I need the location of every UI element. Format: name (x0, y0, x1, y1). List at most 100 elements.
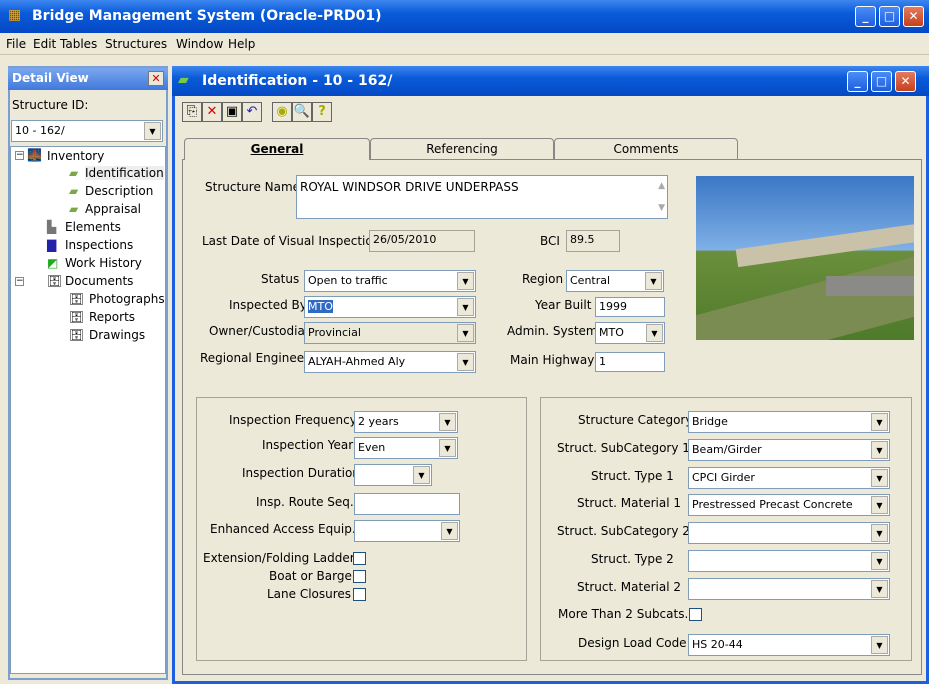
year-built-field[interactable]: 1999 (595, 297, 665, 317)
new-record-icon[interactable]: ⎘ (182, 102, 202, 122)
load-select[interactable]: HS 20-44 ▼ (688, 634, 890, 656)
scroll-up-icon[interactable]: ▲ (658, 178, 665, 194)
chevron-down-icon[interactable]: ▼ (457, 324, 474, 342)
bridge-deck (735, 222, 914, 268)
child-maximize-button[interactable]: □ (871, 71, 892, 92)
chevron-down-icon[interactable]: ▼ (144, 122, 161, 140)
chevron-down-icon[interactable]: ▼ (441, 522, 458, 540)
structure-id-select[interactable]: 10 - 162/ ▼ (11, 120, 163, 142)
menu-edit[interactable]: Edit (33, 37, 56, 51)
chevron-down-icon[interactable]: ▼ (871, 496, 888, 514)
detail-close-icon[interactable]: ✕ (148, 71, 164, 86)
access-select[interactable]: ▼ (354, 520, 460, 542)
bci-field: 89.5 (566, 230, 620, 252)
chevron-down-icon[interactable]: ▼ (457, 298, 474, 316)
duration-label: Inspection Duration (242, 466, 360, 480)
chevron-down-icon[interactable]: ▼ (646, 324, 663, 342)
structure-id-value: 10 - 162/ (15, 124, 65, 137)
engineer-select[interactable]: ALYAH-Ahmed Aly ▼ (304, 351, 476, 373)
chevron-down-icon[interactable]: ▼ (413, 466, 430, 484)
tree-item-drawings[interactable]: Drawings (89, 328, 145, 342)
tree-item-appraisal[interactable]: Appraisal (85, 202, 141, 216)
load-value: HS 20-44 (692, 638, 743, 651)
maximize-button[interactable]: □ (879, 6, 900, 27)
chevron-down-icon[interactable]: ▼ (871, 441, 888, 459)
menu-file[interactable]: File (6, 37, 26, 51)
region-select[interactable]: Central ▼ (566, 270, 664, 292)
mat1-select[interactable]: Prestressed Precast Concrete ▼ (688, 494, 890, 516)
ladder-checkbox[interactable] (353, 552, 366, 565)
chevron-down-icon[interactable]: ▼ (871, 580, 888, 598)
tree-item-inventory[interactable]: Inventory (47, 149, 104, 163)
owner-value: Provincial (308, 326, 361, 339)
duration-select[interactable]: ▼ (354, 464, 432, 486)
sub1-select[interactable]: Beam/Girder ▼ (688, 439, 890, 461)
inspected-by-select[interactable]: MTO ▼ (304, 296, 476, 318)
save-icon[interactable]: ▣ (222, 102, 242, 122)
close-button[interactable]: ✕ (903, 6, 924, 27)
type1-select[interactable]: CPCI Girder ▼ (688, 467, 890, 489)
more-checkbox[interactable] (689, 608, 702, 621)
status-select[interactable]: Open to traffic ▼ (304, 270, 476, 292)
year-built-label: Year Built (535, 298, 592, 312)
chevron-down-icon[interactable]: ▼ (645, 272, 662, 290)
freq-select[interactable]: 2 years ▼ (354, 411, 458, 433)
lane-checkbox[interactable] (353, 588, 366, 601)
tree-item-documents[interactable]: Documents (65, 274, 133, 288)
child-minimize-button[interactable]: _ (847, 71, 868, 92)
menu-structures[interactable]: Structures (105, 37, 167, 51)
chevron-down-icon[interactable]: ▼ (457, 272, 474, 290)
chevron-down-icon[interactable]: ▼ (871, 413, 888, 431)
chevron-down-icon[interactable]: ▼ (871, 524, 888, 542)
tree-item-work-history[interactable]: Work History (65, 256, 142, 270)
tree-item-description[interactable]: Description (85, 184, 153, 198)
menu-window[interactable]: Window (176, 37, 223, 51)
tab-referencing[interactable]: Referencing (370, 138, 554, 160)
undo-icon[interactable]: ↶ (242, 102, 262, 122)
access-label: Enhanced Access Equip. (210, 522, 356, 536)
search-icon[interactable]: ◉ (272, 102, 292, 122)
year-select[interactable]: Even ▼ (354, 437, 458, 459)
menu-help[interactable]: Help (228, 37, 255, 51)
cabinet-icon: 🗄 (69, 310, 85, 324)
tab-general[interactable]: General (184, 138, 370, 160)
mat2-select[interactable]: ▼ (688, 578, 890, 600)
highway-road (826, 276, 914, 296)
tree-item-photographs[interactable]: Photographs (89, 292, 165, 306)
chevron-down-icon[interactable]: ▼ (439, 413, 456, 431)
tree-item-inspections[interactable]: Inspections (65, 238, 133, 252)
category-select[interactable]: Bridge ▼ (688, 411, 890, 433)
tree-collapse-icon[interactable]: − (15, 151, 24, 160)
menu-bar: File Edit Tables Structures Window Help (0, 33, 929, 55)
sub2-select[interactable]: ▼ (688, 522, 890, 544)
scroll-down-icon[interactable]: ▼ (658, 200, 665, 216)
type2-select[interactable]: ▼ (688, 550, 890, 572)
chevron-down-icon[interactable]: ▼ (871, 469, 888, 487)
tree-collapse-icon[interactable]: − (15, 277, 24, 286)
tab-comments[interactable]: Comments (554, 138, 738, 160)
structure-name-field[interactable]: ROYAL WINDSOR DRIVE UNDERPASS ▲ ▼ (296, 175, 668, 219)
structure-id-label: Structure ID: (12, 98, 89, 112)
chevron-down-icon[interactable]: ▼ (457, 353, 474, 371)
boat-checkbox[interactable] (353, 570, 366, 583)
highway-field[interactable]: 1 (595, 352, 665, 372)
sub2-label: Struct. SubCategory 2 (557, 524, 690, 538)
tree-item-identification[interactable]: Identification (85, 166, 164, 180)
chevron-down-icon[interactable]: ▼ (439, 439, 456, 457)
admin-select[interactable]: MTO ▼ (595, 322, 665, 344)
print-preview-icon[interactable]: 🔍 (292, 102, 312, 122)
child-close-button[interactable]: ✕ (895, 71, 916, 92)
chevron-down-icon[interactable]: ▼ (871, 552, 888, 570)
route-field[interactable] (354, 493, 460, 515)
bci-label: BCI (540, 234, 560, 248)
bridge-photo[interactable] (696, 176, 914, 340)
tree-item-reports[interactable]: Reports (89, 310, 135, 324)
minimize-button[interactable]: _ (855, 6, 876, 27)
bridge-icon: ▰ (178, 72, 189, 88)
chevron-down-icon[interactable]: ▼ (871, 636, 888, 654)
delete-icon[interactable]: ✕ (202, 102, 222, 122)
tree-item-elements[interactable]: Elements (65, 220, 121, 234)
owner-select[interactable]: Provincial ▼ (304, 322, 476, 344)
menu-tables[interactable]: Tables (60, 37, 97, 51)
help-icon[interactable]: ? (312, 102, 332, 122)
